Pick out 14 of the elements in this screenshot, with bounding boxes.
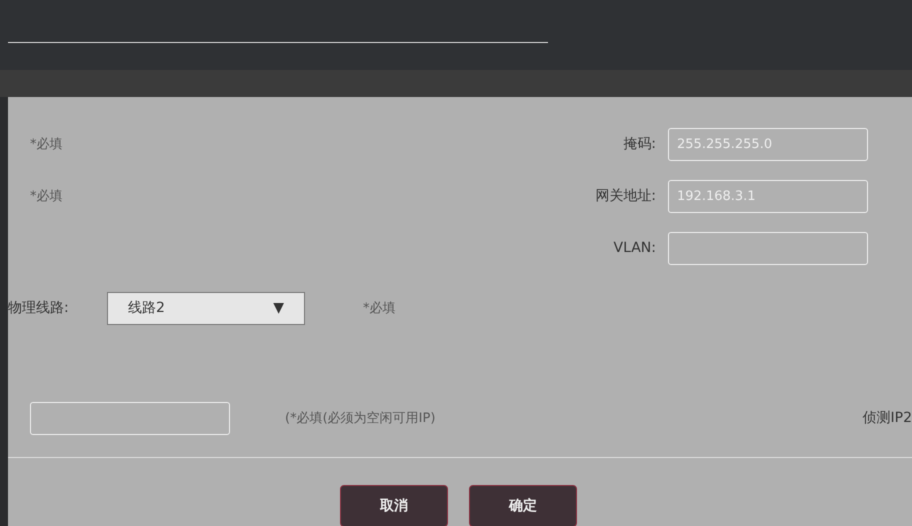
field-label: 侦测IP2 bbox=[862, 409, 912, 428]
hint-note: (*必填(必须为空闲可用IP) bbox=[285, 410, 436, 428]
field-label: 物理线路: bbox=[8, 299, 70, 318]
required-note: *必填 bbox=[363, 300, 396, 318]
required-note: *必填 bbox=[30, 137, 62, 152]
cancel-button[interactable]: 取消 bbox=[340, 485, 448, 526]
required-note: *必填 bbox=[30, 189, 62, 204]
text-field[interactable] bbox=[30, 402, 230, 435]
text-field[interactable] bbox=[668, 232, 868, 265]
field-label: 网关地址: bbox=[594, 187, 657, 206]
field-label: 掩码: bbox=[622, 135, 657, 154]
confirm-button[interactable]: 确定 bbox=[469, 485, 577, 526]
field-label: VLAN: bbox=[612, 239, 657, 258]
line-dropdown[interactable]: 线路2 ▼ bbox=[107, 292, 305, 325]
